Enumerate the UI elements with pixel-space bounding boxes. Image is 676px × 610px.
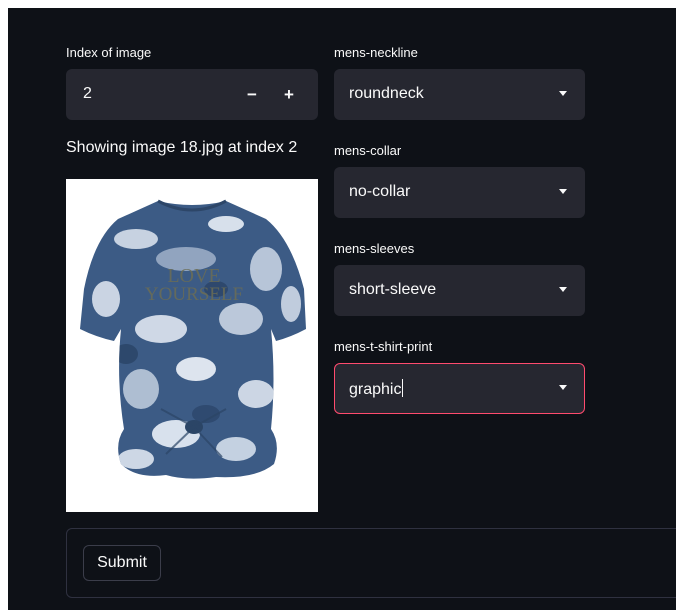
tshirt-print-label: mens-t-shirt-print [334,339,433,354]
neckline-select[interactable]: roundneck [334,69,585,120]
form-container: Submit [66,528,676,598]
neckline-label: mens-neckline [334,45,418,60]
collar-select[interactable]: no-collar [334,167,585,218]
image-caption: Showing image 18.jpg at index 2 [66,139,298,156]
chevron-down-icon [559,91,567,96]
index-number-input[interactable]: 2 − + [66,69,318,120]
chevron-down-icon [559,287,567,292]
neckline-value: roundneck [349,85,424,102]
shirt-print-line-2: YOURSELF [145,284,243,305]
tshirt-print-select[interactable]: graphic [334,363,585,414]
app-main: Index of image 2 − + Showing image 18.jp… [8,8,676,610]
sleeves-select[interactable]: short-sleeve [334,265,585,316]
index-input-label: Index of image [66,45,152,60]
collar-value: no-collar [349,183,411,200]
increment-button[interactable]: + [277,83,301,107]
product-image: LOVE YOURSELF [66,179,318,512]
tshirt-print-input[interactable]: graphic [349,379,404,399]
sleeves-label: mens-sleeves [334,241,415,256]
tie-dye-tshirt-image: LOVE YOURSELF [80,199,306,479]
tshirt-print-value: graphic [349,381,402,398]
decrement-button[interactable]: − [240,83,264,107]
sleeves-value: short-sleeve [349,281,437,298]
index-input-value[interactable]: 2 [83,85,92,103]
collar-label: mens-collar [334,143,402,158]
chevron-down-icon [559,385,567,390]
submit-button[interactable]: Submit [83,545,161,581]
chevron-down-icon [559,189,567,194]
text-cursor [402,379,404,397]
